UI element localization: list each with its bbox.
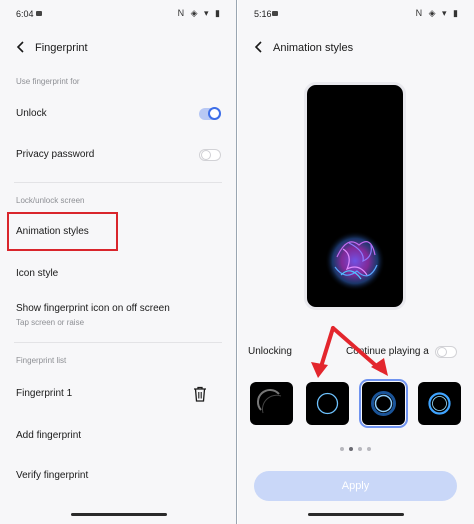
unlock-toggle[interactable]	[199, 107, 221, 120]
show-fingerprint-icon-label: Show fingerprint icon on off screen	[16, 303, 170, 314]
section-label-use-fingerprint: Use fingerprint for	[16, 77, 80, 86]
fingerprint-1-label: Fingerprint 1	[16, 388, 73, 399]
animation-style-thumb-2[interactable]	[306, 382, 349, 425]
page-title: Fingerprint	[35, 42, 88, 54]
status-icons: N ◈ ▾ ▮	[177, 8, 222, 18]
status-time: 6:04	[16, 9, 34, 19]
icon-style-row[interactable]: Icon style	[0, 258, 236, 292]
delete-icon[interactable]	[193, 386, 207, 402]
pager-dot	[358, 447, 362, 451]
fingerprint-settings-screen: 6:04 N ◈ ▾ ▮ Fingerprint Use fingerprint…	[0, 0, 237, 524]
animation-styles-screen: 5:16 N ◈ ▾ ▮ Animation styles Unlocking …	[238, 0, 474, 524]
ring-style-3-icon	[371, 391, 396, 416]
home-indicator[interactable]	[308, 513, 404, 516]
verify-fingerprint-label: Verify fingerprint	[16, 470, 89, 481]
home-indicator[interactable]	[71, 513, 167, 516]
header: Animation styles	[238, 34, 474, 62]
status-bar: 6:04 N ◈ ▾ ▮	[0, 0, 236, 26]
unlock-label: Unlock	[16, 108, 47, 119]
divider	[14, 342, 222, 343]
continue-playing-toggle[interactable]	[435, 346, 457, 358]
privacy-password-row[interactable]: Privacy password	[0, 139, 236, 173]
divider	[14, 182, 222, 183]
pager-dot-active	[349, 447, 353, 451]
show-fingerprint-icon-subtitle: Tap screen or raise	[16, 318, 85, 327]
page-title: Animation styles	[273, 42, 354, 54]
apply-button[interactable]: Apply	[254, 471, 457, 501]
continue-playing-label: Continue playing a	[346, 346, 429, 357]
verify-fingerprint-row[interactable]: Verify fingerprint	[0, 459, 236, 493]
unlocking-label: Unlocking	[248, 346, 292, 357]
fingerprint-animation-glow-icon	[325, 231, 385, 291]
back-arrow-icon[interactable]	[14, 40, 28, 54]
show-fingerprint-icon-row[interactable]: Show fingerprint icon on off screen Tap …	[0, 294, 236, 334]
animation-preview	[304, 82, 406, 310]
add-fingerprint-row[interactable]: Add fingerprint	[0, 420, 236, 454]
status-icons: N ◈ ▾ ▮	[415, 8, 460, 18]
add-fingerprint-label: Add fingerprint	[16, 430, 82, 441]
status-time: 5:16	[254, 9, 272, 19]
icon-style-label: Icon style	[16, 268, 59, 279]
pager-dot	[367, 447, 371, 451]
privacy-password-label: Privacy password	[16, 149, 95, 160]
highlight-annotation-box	[7, 212, 118, 251]
pager-dot	[340, 447, 344, 451]
notification-icon	[272, 11, 278, 16]
section-label-lock-unlock: Lock/unlock screen	[16, 196, 85, 205]
section-label-fingerprint-list: Fingerprint list	[16, 356, 67, 365]
ring-style-2-icon	[316, 392, 339, 415]
animation-style-thumb-4[interactable]	[418, 382, 461, 425]
animation-style-thumb-3[interactable]	[359, 379, 408, 428]
status-bar: 5:16 N ◈ ▾ ▮	[238, 0, 474, 26]
header: Fingerprint	[0, 34, 236, 62]
ring-style-1-icon	[256, 388, 282, 414]
privacy-password-toggle[interactable]	[199, 149, 221, 161]
notification-icon	[36, 11, 42, 16]
ring-style-4-icon	[428, 392, 451, 415]
unlock-row[interactable]: Unlock	[0, 98, 236, 132]
back-arrow-icon[interactable]	[252, 40, 266, 54]
animation-style-thumb-1[interactable]	[250, 382, 293, 425]
